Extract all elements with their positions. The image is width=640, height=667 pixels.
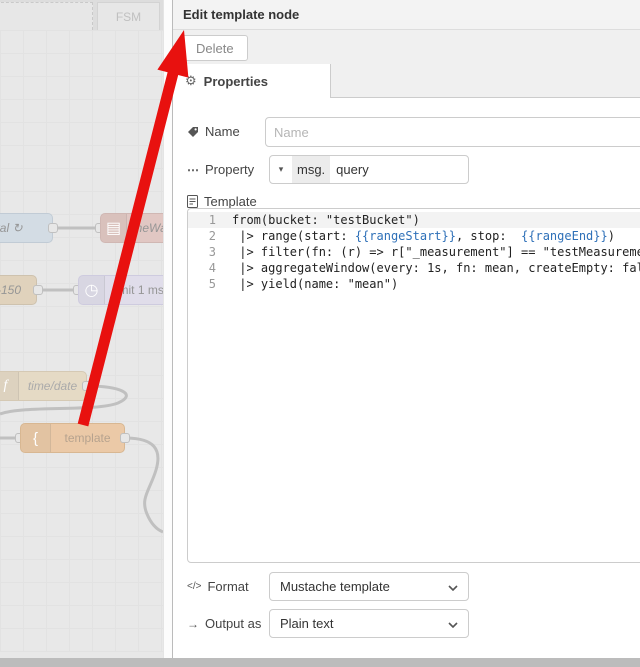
code-text[interactable]: |> range(start: {{rangeStart}}, stop: {{… <box>232 228 615 244</box>
flow-canvas: interval ↻ ▤ sineWave s-150 ◷ limit 1 ms… <box>0 0 172 658</box>
node-s150-label: s-150 <box>0 283 22 297</box>
flow-wires <box>0 226 163 534</box>
node-timedate-label: time/date <box>27 379 78 393</box>
chevron-down-icon <box>448 579 458 594</box>
document-icon <box>187 195 198 208</box>
tab-properties-label: Properties <box>203 73 268 89</box>
node-limit: ◷ limit 1 ms <box>78 275 163 305</box>
format-select[interactable]: Mustache template <box>269 572 469 601</box>
property-field-label: ⋯ Property <box>187 162 255 177</box>
code-icon: </> <box>187 581 202 592</box>
edit-template-dialog: Edit template node Delete ⚙ Properties N… <box>172 0 640 658</box>
line-number: 4 <box>208 261 216 275</box>
function-icon: f <box>0 372 19 400</box>
node-interval: interval ↻ <box>0 213 53 243</box>
format-select-value: Mustache template <box>280 579 390 594</box>
gear-icon: ⚙ <box>185 73 197 88</box>
wave-generator-icon: ▤ <box>101 214 127 242</box>
node-sinewave-label: sineWave <box>127 221 163 235</box>
output-field-label: → Output as <box>187 616 262 631</box>
template-field-label: Template <box>187 194 257 209</box>
node-limit-label: limit 1 ms <box>113 283 163 297</box>
dialog-tabbar: ⚙ Properties <box>173 64 640 98</box>
dialog-toolbar: Delete <box>173 30 640 64</box>
code-line[interactable]: 4 |> aggregateWindow(every: 1s, fn: mean… <box>188 260 640 276</box>
code-text[interactable]: |> filter(fn: (r) => r["_measurement"] =… <box>232 244 640 260</box>
delay-clock-icon: ◷ <box>79 276 105 304</box>
flow-tab-partial <box>0 2 93 30</box>
canvas-vertical-scrollbar <box>163 0 172 658</box>
code-text[interactable]: from(bucket: "testBucket") <box>232 212 420 228</box>
name-input[interactable] <box>265 117 640 147</box>
port-timedate-out <box>82 381 92 391</box>
port-s150-out <box>33 285 43 295</box>
property-prefix[interactable]: msg. <box>292 156 331 183</box>
line-number: 1 <box>208 213 216 227</box>
ellipsis-icon: ⋯ <box>187 162 199 177</box>
line-number: 2 <box>208 229 216 243</box>
node-sinewave: ▤ sineWave <box>100 213 163 243</box>
code-lines[interactable]: 1 from(bucket: "testBucket") 2 |> range(st… <box>188 212 640 292</box>
property-typed-input[interactable]: ▾ msg. query <box>269 155 469 184</box>
property-value[interactable]: query <box>330 162 369 177</box>
tag-icon <box>187 126 199 138</box>
chevron-down-icon <box>448 616 458 631</box>
node-interval-label: interval ↻ <box>0 221 23 235</box>
code-line[interactable]: 3 |> filter(fn: (r) => r["_measurement"]… <box>188 244 640 260</box>
tab-properties[interactable]: ⚙ Properties <box>173 64 331 98</box>
arrow-right-icon: → <box>187 616 199 631</box>
flow-tab-fsm: FSM <box>97 2 160 30</box>
name-field-label: Name <box>187 124 240 139</box>
line-number: 5 <box>208 277 216 291</box>
code-text[interactable]: |> aggregateWindow(every: 1s, fn: mean, … <box>232 260 640 276</box>
canvas-grid: interval ↻ ▤ sineWave s-150 ◷ limit 1 ms… <box>0 30 163 652</box>
node-timedate: f time/date <box>0 371 87 401</box>
node-red-app: interval ↻ ▤ sineWave s-150 ◷ limit 1 ms… <box>0 0 640 667</box>
code-line[interactable]: 2 |> range(start: {{rangeStart}}, stop: … <box>188 228 640 244</box>
window-bottom-bar <box>0 658 640 667</box>
dialog-title: Edit template node <box>173 0 640 30</box>
code-text[interactable]: |> yield(name: "mean") <box>232 276 398 292</box>
code-line[interactable]: 1 from(bucket: "testBucket") <box>188 212 640 228</box>
format-field-label: </> Format <box>187 579 249 594</box>
node-template-label: template <box>64 431 111 445</box>
node-s150: s-150 <box>0 275 37 305</box>
port-template-out <box>120 433 130 443</box>
node-template: { template <box>20 423 125 453</box>
output-select[interactable]: Plain text <box>269 609 469 638</box>
line-number: 3 <box>208 245 216 259</box>
port-interval-out <box>48 223 58 233</box>
flow-tabbar: FSM <box>0 0 172 30</box>
chevron-down-icon[interactable]: ▾ <box>270 156 292 183</box>
output-select-value: Plain text <box>280 616 334 631</box>
delete-button[interactable]: Delete <box>182 35 248 61</box>
template-code-editor[interactable]: 1 from(bucket: "testBucket") 2 |> range(st… <box>187 208 640 563</box>
code-line[interactable]: 5 |> yield(name: "mean") <box>188 276 640 292</box>
template-brace-icon: { <box>21 424 51 452</box>
